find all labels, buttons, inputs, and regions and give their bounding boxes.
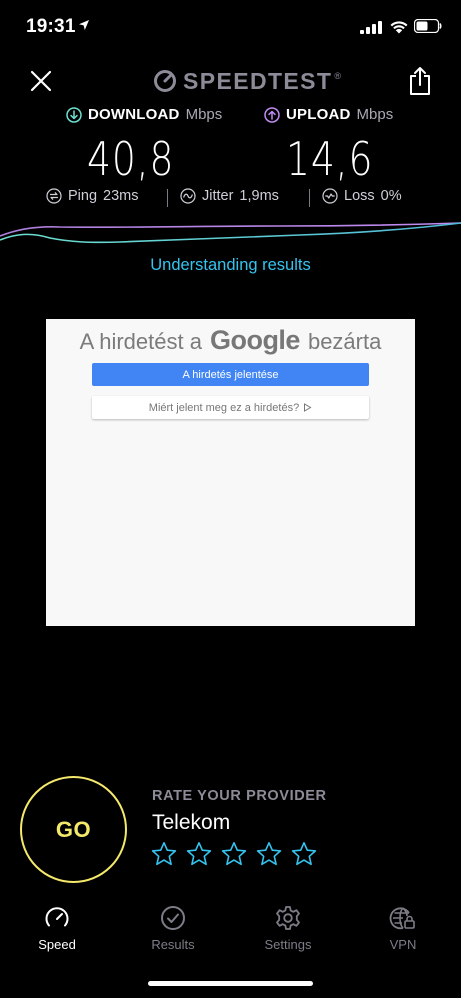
cellular-signal-icon bbox=[360, 21, 382, 34]
home-indicator[interactable] bbox=[148, 981, 313, 986]
location-arrow-icon bbox=[79, 20, 89, 30]
status-bar: 19:31 bbox=[0, 0, 461, 54]
ping-icon bbox=[46, 188, 62, 204]
upload-speed-value: 14,6 bbox=[286, 132, 374, 186]
star-icon[interactable] bbox=[151, 841, 177, 867]
gear-icon bbox=[276, 906, 300, 930]
understanding-results-link[interactable]: Understanding results bbox=[0, 256, 461, 275]
upload-label: UPLOAD Mbps bbox=[264, 106, 393, 123]
tab-speed-label: Speed bbox=[38, 937, 76, 952]
rate-provider-title: RATE YOUR PROVIDER bbox=[152, 788, 327, 804]
logo-text: SPEEDTEST bbox=[183, 67, 333, 94]
jitter-unit: ms bbox=[259, 188, 279, 204]
speedtest-logo: SPEEDTEST ® bbox=[153, 67, 341, 95]
ping-stat: Ping 23ms bbox=[46, 188, 139, 204]
download-arrow-icon bbox=[66, 106, 82, 123]
logo-trademark: ® bbox=[334, 71, 341, 81]
report-ad-button[interactable]: A hirdetés jelentése bbox=[92, 363, 369, 386]
download-unit: Mbps bbox=[185, 106, 223, 123]
ping-label: Ping bbox=[68, 188, 98, 204]
ad-closed-title: A hirdetést a Google bezárta bbox=[46, 325, 415, 356]
globe-lock-icon bbox=[389, 907, 415, 930]
check-circle-icon bbox=[161, 906, 185, 930]
adchoices-icon bbox=[304, 403, 312, 412]
google-logo: Google bbox=[209, 325, 301, 355]
jitter-label: Jitter bbox=[202, 188, 234, 204]
go-label: GO bbox=[55, 816, 92, 842]
status-time: 19:31 bbox=[26, 16, 76, 37]
go-button[interactable]: GO bbox=[20, 776, 127, 883]
download-title: DOWNLOAD bbox=[88, 106, 180, 123]
tab-vpn-label: VPN bbox=[389, 937, 417, 952]
upload-arrow-icon bbox=[264, 106, 280, 123]
loss-stat: Loss 0% bbox=[322, 188, 402, 204]
star-icon[interactable] bbox=[221, 841, 247, 867]
download-speed-value: 40,8 bbox=[87, 132, 175, 186]
stat-divider bbox=[167, 189, 168, 207]
ping-value: 23 bbox=[103, 188, 120, 204]
why-this-ad-label: Miért jelent meg ez a hirdetés? bbox=[148, 401, 300, 414]
tab-results[interactable]: Results bbox=[133, 904, 213, 952]
tab-settings-label: Settings bbox=[264, 937, 312, 952]
download-label: DOWNLOAD Mbps bbox=[66, 106, 222, 123]
close-icon[interactable] bbox=[28, 68, 54, 94]
tab-results-label: Results bbox=[151, 937, 195, 952]
speed-graph bbox=[0, 222, 461, 244]
star-icon[interactable] bbox=[291, 841, 317, 867]
star-icon[interactable] bbox=[186, 841, 212, 867]
loss-icon bbox=[322, 188, 338, 204]
speedometer-icon bbox=[45, 907, 69, 927]
upload-title: UPLOAD bbox=[286, 106, 351, 123]
tab-vpn[interactable]: VPN bbox=[363, 904, 443, 952]
latency-stats: Ping 23ms Jitter 1,9ms Loss 0% bbox=[0, 188, 461, 210]
ping-unit: ms bbox=[119, 188, 139, 204]
loss-label: Loss bbox=[344, 188, 375, 204]
wifi-icon bbox=[390, 21, 408, 34]
jitter-icon bbox=[180, 188, 196, 204]
upload-unit: Mbps bbox=[356, 106, 394, 123]
tab-speed[interactable]: Speed bbox=[17, 904, 97, 952]
rating-stars bbox=[151, 841, 317, 867]
why-this-ad-button[interactable]: Miért jelent meg ez a hirdetés? bbox=[92, 396, 369, 419]
share-icon[interactable] bbox=[407, 66, 433, 96]
star-icon[interactable] bbox=[256, 841, 282, 867]
speedtest-logo-icon bbox=[154, 70, 176, 92]
battery-icon bbox=[414, 19, 442, 33]
jitter-stat: Jitter 1,9ms bbox=[180, 188, 279, 204]
jitter-value: 1,9 bbox=[239, 188, 260, 204]
provider-name: Telekom bbox=[152, 811, 231, 834]
tab-settings[interactable]: Settings bbox=[248, 904, 328, 952]
stat-divider bbox=[309, 189, 310, 207]
ad-title-prefix: A hirdetést a bbox=[79, 329, 202, 354]
ad-title-suffix: bezárta bbox=[307, 329, 382, 354]
ad-container: A hirdetést a Google bezárta A hirdetés … bbox=[46, 319, 415, 626]
loss-value: 0% bbox=[380, 188, 402, 204]
